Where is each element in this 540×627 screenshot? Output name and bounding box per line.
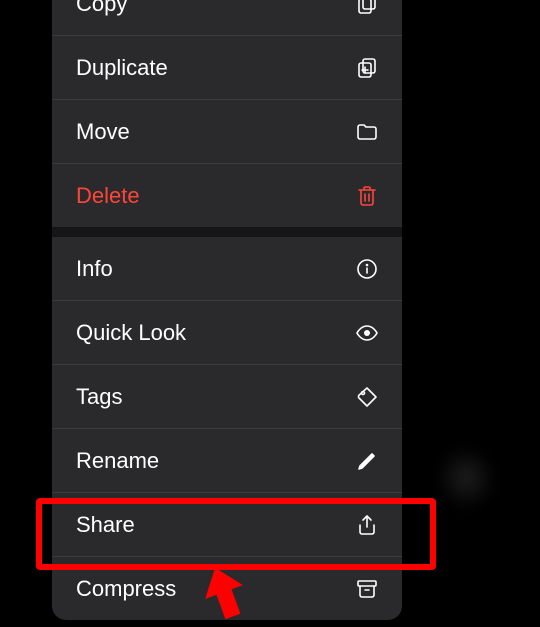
menu-item-quicklook[interactable]: Quick Look (52, 301, 402, 364)
context-menu: Copy Duplicate Move Delete Info Quick Lo… (52, 0, 402, 620)
menu-item-label: Move (76, 119, 354, 145)
menu-item-compress[interactable]: Compress (52, 557, 402, 620)
menu-item-label: Delete (76, 183, 354, 209)
menu-item-label: Info (76, 256, 354, 282)
menu-item-info[interactable]: Info (52, 237, 402, 300)
eye-icon (354, 320, 380, 346)
menu-item-label: Compress (76, 576, 354, 602)
info-icon (354, 256, 380, 282)
menu-item-label: Rename (76, 448, 354, 474)
menu-item-label: Quick Look (76, 320, 354, 346)
group-separator (52, 227, 402, 237)
trash-icon (354, 183, 380, 209)
menu-item-share[interactable]: Share (52, 493, 402, 556)
folder-icon (354, 119, 380, 145)
menu-item-move[interactable]: Move (52, 100, 402, 163)
copy-icon (354, 0, 380, 17)
blur-artifact (436, 446, 496, 510)
menu-item-label: Share (76, 512, 354, 538)
share-icon (354, 512, 380, 538)
archive-icon (354, 576, 380, 602)
menu-item-label: Duplicate (76, 55, 354, 81)
pencil-icon (354, 448, 380, 474)
menu-item-rename[interactable]: Rename (52, 429, 402, 492)
menu-item-duplicate[interactable]: Duplicate (52, 36, 402, 99)
menu-item-copy[interactable]: Copy (52, 0, 402, 35)
menu-item-label: Tags (76, 384, 354, 410)
menu-item-tags[interactable]: Tags (52, 365, 402, 428)
tag-icon (354, 384, 380, 410)
menu-item-label: Copy (76, 0, 354, 17)
menu-item-delete[interactable]: Delete (52, 164, 402, 227)
duplicate-icon (354, 55, 380, 81)
